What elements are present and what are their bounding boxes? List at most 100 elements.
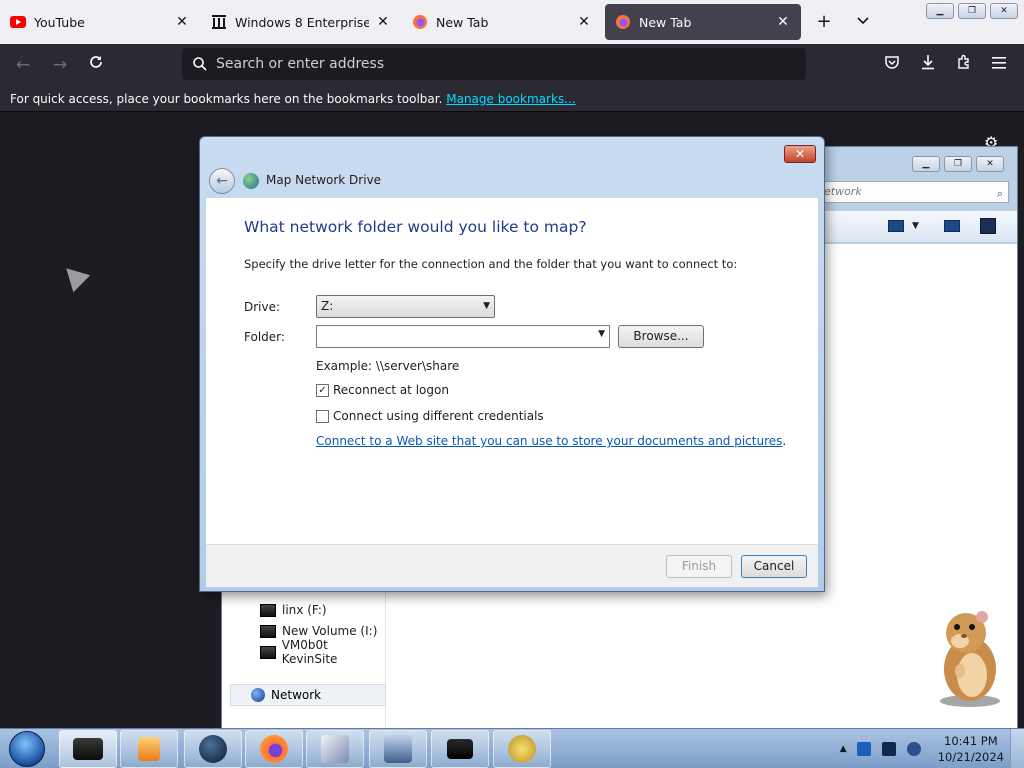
explorer-minimize-button[interactable]: ▁ (912, 156, 940, 172)
show-hidden-icons-icon[interactable]: ▲ (840, 744, 847, 754)
finish-button[interactable]: Finish (666, 555, 732, 578)
close-tab-icon[interactable]: ✕ (375, 14, 391, 30)
download-icon (922, 55, 934, 70)
tab-label: YouTube (34, 14, 85, 30)
tab-strip: YouTube ✕ Windows 8 Enterprise x64 E ✕ N… (0, 0, 1024, 44)
show-desktop-button[interactable] (1010, 729, 1024, 768)
paint-icon (321, 735, 349, 763)
close-tab-icon[interactable]: ✕ (775, 14, 791, 30)
tray-app-icon[interactable] (856, 742, 871, 756)
taskbar-app-bee[interactable] (493, 730, 551, 768)
nav-toolbar: ← → (0, 44, 1024, 86)
clock-date: 10/21/2024 (937, 750, 1004, 764)
taskbar-app-network[interactable] (369, 730, 427, 768)
tab-windows8[interactable]: Windows 8 Enterprise x64 E ✕ (201, 4, 401, 40)
address-input[interactable] (216, 56, 776, 72)
nav-item-label: New Volume (I:) (282, 624, 378, 638)
taskbar-app-paint[interactable] (306, 730, 364, 768)
nav-item-network[interactable]: Network (230, 684, 386, 706)
system-tray: ▲ 10:41 PM 10/21/2024 (840, 729, 1004, 768)
archive-icon (211, 14, 227, 30)
back-button[interactable]: ← (12, 54, 34, 76)
windows-logo-icon (9, 731, 45, 767)
firefox-icon (412, 14, 428, 30)
tab-new-tab[interactable]: New Tab ✕ (402, 4, 602, 40)
view-options-icon[interactable] (888, 220, 904, 232)
dialog-instruction: Specify the drive letter for the connect… (244, 257, 738, 271)
start-button[interactable] (5, 729, 49, 768)
dropdown-arrow-icon[interactable]: ▼ (598, 329, 605, 339)
youtube-icon (10, 14, 26, 30)
dialog-title: Map Network Drive (266, 173, 382, 187)
extensions-button[interactable] (953, 54, 975, 76)
bee-icon (508, 735, 536, 763)
puzzle-icon (958, 54, 969, 69)
new-tab-button[interactable]: + (813, 12, 835, 34)
menu-button[interactable] (989, 54, 1011, 76)
minimize-button[interactable]: ▁ (926, 3, 954, 19)
web-site-link-row: Connect to a Web site that you can use t… (316, 434, 786, 448)
tray-monitor-icon[interactable] (881, 742, 896, 756)
reconnect-label: Reconnect at logon (333, 383, 449, 397)
cancel-button[interactable]: Cancel (741, 555, 807, 578)
drive-select[interactable]: Z: ▼ (316, 295, 495, 318)
downloads-button[interactable] (917, 54, 939, 76)
browse-button[interactable]: Browse... (618, 325, 704, 348)
media-player-icon (138, 737, 160, 761)
tab-label: Windows 8 Enterprise x64 E (235, 14, 369, 30)
folder-example: Example: \\server\share (316, 359, 460, 373)
list-tabs-button[interactable] (852, 12, 874, 34)
tab-new-tab-active[interactable]: New Tab ✕ (605, 4, 801, 40)
clock[interactable]: 10:41 PM 10/21/2024 (938, 733, 1004, 765)
credentials-checkbox[interactable] (316, 409, 329, 423)
help-icon[interactable] (980, 218, 996, 234)
web-site-link[interactable]: Connect to a Web site that you can use t… (316, 434, 782, 448)
nav-item-label: linx (F:) (282, 603, 327, 617)
explorer-icon (73, 738, 103, 760)
nav-item-vm0b0t[interactable]: VM0b0t KevinSite (260, 638, 385, 666)
dialog-back-button[interactable]: ← (209, 168, 235, 194)
forward-button[interactable]: → (49, 54, 71, 76)
folder-input[interactable] (317, 326, 589, 347)
drive-select-value: Z: (321, 299, 334, 313)
reload-button[interactable] (85, 54, 107, 76)
hamster-desktop-pet[interactable] (924, 605, 1010, 709)
taskbar: ▲ 10:41 PM 10/21/2024 (0, 728, 1024, 768)
network-computer-icon (384, 735, 412, 763)
close-window-button[interactable]: ✕ (990, 3, 1018, 19)
nav-item-linx[interactable]: linx (F:) (260, 600, 327, 620)
taskbar-app-media-player[interactable] (120, 730, 178, 768)
taskbar-app-firefox[interactable] (245, 730, 303, 768)
tab-label: New Tab (639, 14, 692, 30)
dialog-close-button[interactable]: ✕ (784, 145, 816, 163)
taskbar-app-globe[interactable] (184, 730, 242, 768)
pocket-button[interactable] (881, 54, 903, 76)
manage-bookmarks-link[interactable]: Manage bookmarks... (446, 92, 575, 106)
close-tab-icon[interactable]: ✕ (576, 14, 592, 30)
chevron-down-icon[interactable]: ▼ (912, 221, 919, 231)
web-link-suffix: . (782, 434, 787, 448)
credentials-row[interactable]: Connect using different credentials (316, 409, 544, 423)
reconnect-checkbox[interactable]: ✓ (316, 383, 329, 397)
explorer-search-placeholder: etwork (824, 185, 862, 198)
drive-label: Drive: (244, 300, 281, 314)
folder-combobox[interactable]: ▼ (316, 325, 610, 348)
dropdown-arrow-icon: ▼ (483, 301, 490, 311)
explorer-close-button[interactable]: ✕ (976, 156, 1004, 172)
folder-label: Folder: (244, 330, 285, 344)
network-drive-icon (260, 645, 276, 659)
explorer-restore-button[interactable]: ❐ (944, 156, 972, 172)
volume-icon[interactable] (906, 742, 921, 756)
explorer-search-box[interactable]: etwork ⌕ (819, 181, 1009, 203)
taskbar-app-monitor[interactable] (431, 730, 489, 768)
close-tab-icon[interactable]: ✕ (174, 14, 190, 30)
taskbar-app-explorer[interactable] (59, 730, 117, 768)
reconnect-row[interactable]: ✓ Reconnect at logon (316, 383, 449, 397)
map-network-drive-dialog: ✕ ← Map Network Drive What network folde… (199, 136, 825, 592)
dialog-content: What network folder would you like to ma… (206, 198, 818, 544)
tab-youtube[interactable]: YouTube ✕ (0, 4, 200, 40)
address-bar[interactable] (182, 48, 806, 80)
restore-button[interactable]: ❐ (958, 3, 986, 19)
preview-pane-icon[interactable] (944, 220, 960, 232)
pocket-icon (885, 56, 899, 69)
